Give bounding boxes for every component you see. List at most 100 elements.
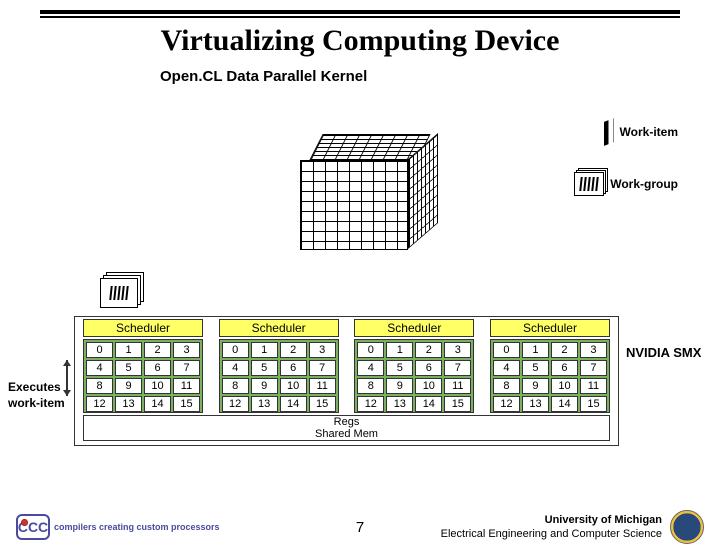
core-cell: 9 (251, 378, 278, 394)
core-cell: 14 (551, 396, 578, 412)
umich-seal-icon (670, 510, 704, 544)
core-cell: 14 (144, 396, 171, 412)
legend-work-group: Work-group (574, 172, 678, 196)
affiliation: University of Michigan Electrical Engine… (441, 510, 704, 544)
core-cell: 1 (115, 342, 142, 358)
affil-line2: Electrical Engineering and Computer Scie… (441, 527, 662, 541)
core-cell: 10 (415, 378, 442, 394)
core-cell: 6 (415, 360, 442, 376)
scheduler: Scheduler (219, 319, 339, 337)
executes-label-line1: Executes (8, 380, 61, 394)
core-cell: 15 (580, 396, 607, 412)
core-cell: 2 (144, 342, 171, 358)
core-cell: 10 (280, 378, 307, 394)
executes-label: Executes work-item (8, 380, 65, 411)
legend-work-group-label: Work-group (610, 177, 678, 191)
core-cell: 7 (580, 360, 607, 376)
core-cell: 0 (357, 342, 384, 358)
page-number: 7 (356, 519, 364, 536)
core-cell: 9 (115, 378, 142, 394)
core-cell: 15 (444, 396, 471, 412)
footer: CCC compilers creating custom processors… (0, 510, 720, 544)
core-cell: 8 (493, 378, 520, 394)
core-cell: 5 (115, 360, 142, 376)
core-cell: 15 (309, 396, 336, 412)
core-cell: 11 (444, 378, 471, 394)
core-cell: 2 (415, 342, 442, 358)
core-cell: 11 (173, 378, 200, 394)
workgroup-box (100, 278, 138, 308)
core-cell: 8 (86, 378, 113, 394)
core-cell: 13 (251, 396, 278, 412)
core-cell: 0 (493, 342, 520, 358)
core-block: 0123456789101112131415 (354, 339, 474, 413)
core-cell: 4 (222, 360, 249, 376)
core-cell: 8 (222, 378, 249, 394)
work-group-icon (574, 172, 604, 196)
scheduler: Scheduler (83, 319, 203, 337)
core-cell: 7 (309, 360, 336, 376)
core-block: 0123456789101112131415 (219, 339, 339, 413)
core-block: 0123456789101112131415 (490, 339, 610, 413)
core-cell: 4 (493, 360, 520, 376)
core-cell: 6 (280, 360, 307, 376)
cccp-tagline: compilers creating custom processors (54, 522, 220, 532)
core-cell: 12 (493, 396, 520, 412)
subtitle: Open.CL Data Parallel Kernel (160, 68, 720, 85)
core-cell: 11 (580, 378, 607, 394)
core-block: 0123456789101112131415 (83, 339, 203, 413)
core-cell: 7 (173, 360, 200, 376)
core-cell: 3 (309, 342, 336, 358)
core-cell: 1 (386, 342, 413, 358)
top-rule-thick (40, 10, 680, 14)
core-cell: 10 (551, 378, 578, 394)
work-item-icon (604, 118, 614, 146)
executes-arrow-icon (66, 360, 68, 396)
core-cell: 12 (222, 396, 249, 412)
core-cell: 13 (522, 396, 549, 412)
shared-mem-label: Shared Mem (84, 428, 609, 440)
core-cell: 2 (280, 342, 307, 358)
core-cell: 5 (386, 360, 413, 376)
cccp-logo: CCC compilers creating custom processors (16, 514, 220, 540)
core-cell: 8 (357, 378, 384, 394)
core-cell: 2 (551, 342, 578, 358)
top-rule-thin (40, 16, 680, 18)
core-cell: 3 (444, 342, 471, 358)
core-cell: 3 (580, 342, 607, 358)
core-cell: 12 (86, 396, 113, 412)
regs-label: Regs (84, 416, 609, 428)
cccp-logo-box: CCC (16, 514, 50, 540)
core-cell: 1 (522, 342, 549, 358)
core-cell: 10 (144, 378, 171, 394)
core-cell: 3 (173, 342, 200, 358)
smx-box: Scheduler Scheduler Scheduler Scheduler … (74, 316, 619, 446)
executes-label-line2: work-item (8, 396, 65, 410)
nvidia-smx-label: NVIDIA SMX (626, 345, 701, 360)
core-cell: 1 (251, 342, 278, 358)
core-cell: 6 (551, 360, 578, 376)
scheduler: Scheduler (354, 319, 474, 337)
core-cell: 5 (522, 360, 549, 376)
core-cell: 14 (415, 396, 442, 412)
core-blocks-row: 0123456789101112131415 01234567891011121… (75, 337, 618, 413)
core-cell: 7 (444, 360, 471, 376)
core-cell: 15 (173, 396, 200, 412)
core-cell: 0 (86, 342, 113, 358)
page-title: Virtualizing Computing Device (0, 24, 720, 58)
legend: Work-item Work-group (574, 120, 678, 224)
legend-work-item: Work-item (574, 120, 678, 144)
grid-cube (300, 130, 450, 250)
core-cell: 14 (280, 396, 307, 412)
scheduler: Scheduler (490, 319, 610, 337)
scheduler-row: Scheduler Scheduler Scheduler Scheduler (75, 317, 618, 337)
core-cell: 11 (309, 378, 336, 394)
core-cell: 6 (144, 360, 171, 376)
core-cell: 4 (357, 360, 384, 376)
legend-work-item-label: Work-item (620, 125, 678, 139)
affil-line1: University of Michigan (441, 513, 662, 527)
core-cell: 9 (386, 378, 413, 394)
core-cell: 9 (522, 378, 549, 394)
core-cell: 5 (251, 360, 278, 376)
core-cell: 4 (86, 360, 113, 376)
